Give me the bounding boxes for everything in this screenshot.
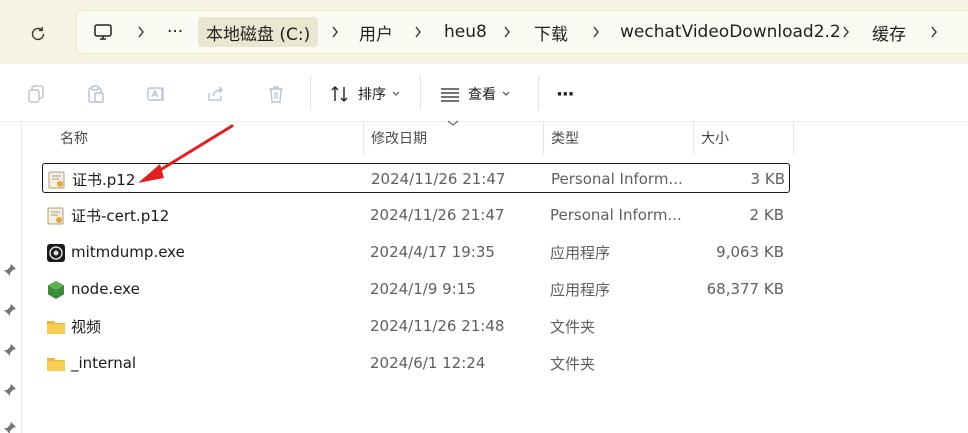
chevron-right-icon[interactable] (409, 11, 427, 53)
column-divider[interactable] (363, 122, 364, 154)
file-modified: 2024/11/26 21:47 (370, 206, 505, 224)
file-name: _internal (71, 354, 137, 372)
file-size (692, 348, 784, 378)
chevron-right-icon[interactable] (498, 11, 516, 53)
file-type: 文件夹 (550, 354, 596, 373)
view-button[interactable]: 查看 (440, 80, 510, 108)
breadcrumb-item-cache[interactable]: 缓存 (872, 11, 906, 53)
file-name: mitmdump.exe (71, 243, 185, 261)
sort-icon (331, 86, 348, 102)
file-name: 证书.p12 (72, 170, 136, 189)
copy-icon (28, 85, 44, 103)
command-toolbar: 排序 查看 ··· (0, 64, 968, 122)
paste-icon (88, 85, 104, 103)
chevron-right-icon[interactable] (837, 11, 855, 53)
view-label: 查看 (468, 87, 496, 103)
file-row[interactable]: 视频 2024/11/26 21:48 文件夹 (42, 311, 790, 341)
folder-icon (47, 358, 65, 371)
breadcrumb-item-users[interactable]: 用户 (359, 11, 393, 53)
file-row[interactable]: _internal 2024/6/1 12:24 文件夹 (42, 348, 790, 378)
column-header-name[interactable]: 名称 (60, 122, 88, 154)
more-options-button[interactable]: ··· (556, 80, 574, 108)
breadcrumb-item-drive[interactable]: 本地磁盘 (C:) (198, 17, 319, 47)
chevron-right-icon[interactable] (925, 11, 943, 53)
rename-button[interactable] (144, 82, 168, 106)
refresh-icon (31, 27, 45, 41)
file-type: Personal Inform... (550, 206, 682, 224)
file-row[interactable]: 证书-cert.p12 2024/11/26 21:47 Personal In… (42, 200, 790, 230)
file-row[interactable]: node.exe 2024/1/9 9:15 应用程序 68,377 KB (42, 274, 790, 304)
toolbar-divider (310, 76, 311, 110)
folder-icon (47, 321, 65, 334)
column-divider[interactable] (543, 122, 544, 154)
annotation-arrow (138, 124, 234, 183)
sort-caret-icon (447, 120, 459, 126)
file-modified: 2024/11/26 21:48 (370, 317, 505, 335)
file-type: 应用程序 (550, 243, 611, 262)
toolbar-divider (538, 76, 539, 110)
file-row[interactable]: mitmdump.exe 2024/4/17 19:35 应用程序 9,063 … (42, 237, 790, 267)
file-size: 2 KB (749, 206, 784, 224)
share-icon (208, 86, 223, 101)
pin-icon[interactable] (2, 382, 18, 398)
breadcrumb-item-user[interactable]: heu8 (444, 11, 487, 53)
share-button[interactable] (204, 82, 228, 106)
copy-button[interactable] (24, 82, 48, 106)
node-app-icon (48, 281, 64, 299)
column-header-modified[interactable]: 修改日期 (371, 122, 427, 154)
sort-label: 排序 (358, 87, 386, 103)
file-modified: 2024/4/17 19:35 (370, 243, 495, 261)
navigation-pane (0, 122, 22, 433)
chevron-right-icon[interactable] (326, 11, 344, 53)
file-name: 证书-cert.p12 (71, 206, 170, 225)
toolbar-divider (420, 76, 421, 110)
pin-icon[interactable] (2, 420, 18, 433)
paste-button[interactable] (84, 82, 108, 106)
chevron-right-icon[interactable] (132, 11, 150, 53)
file-type: 文件夹 (550, 317, 596, 336)
file-size: 3 KB (750, 170, 785, 188)
file-type: Personal Inform... (551, 170, 683, 188)
column-header-type[interactable]: 类型 (551, 122, 579, 154)
trash-icon (269, 86, 283, 103)
breadcrumb[interactable]: ··· 本地磁盘 (C:) 用户 heu8 下载 wechatVideoDown… (76, 10, 968, 54)
pin-icon[interactable] (2, 342, 18, 358)
rename-icon (147, 87, 164, 101)
file-name: node.exe (71, 280, 140, 298)
certificate-icon (48, 171, 65, 189)
file-size (692, 311, 784, 341)
mitmdump-app-icon (47, 244, 65, 262)
breadcrumb-item-downloads[interactable]: 下载 (534, 11, 568, 53)
chevron-down-icon (392, 91, 400, 96)
chevron-right-icon[interactable] (587, 11, 605, 53)
breadcrumb-more[interactable]: ··· (167, 11, 183, 53)
sort-button[interactable]: 排序 (330, 80, 400, 108)
file-modified: 2024/11/26 21:47 (371, 170, 506, 188)
file-name: 视频 (71, 317, 102, 336)
file-type: 应用程序 (550, 280, 611, 299)
delete-button[interactable] (264, 82, 288, 106)
certificate-icon (47, 207, 64, 225)
file-size: 68,377 KB (706, 280, 784, 298)
column-divider[interactable] (693, 122, 694, 154)
pin-icon[interactable] (2, 262, 18, 278)
view-icon (441, 88, 459, 102)
file-modified: 2024/6/1 12:24 (370, 354, 486, 372)
chevron-down-icon (502, 91, 510, 96)
column-divider[interactable] (793, 122, 794, 154)
column-header-size[interactable]: 大小 (701, 122, 729, 154)
breadcrumb-item-app-folder[interactable]: wechatVideoDownload2.2 (620, 11, 841, 53)
file-size: 9,063 KB (716, 243, 784, 261)
computer-icon[interactable] (93, 22, 113, 42)
pin-icon[interactable] (2, 302, 18, 318)
file-modified: 2024/1/9 9:15 (370, 280, 476, 298)
address-bar-region: ··· 本地磁盘 (C:) 用户 heu8 下载 wechatVideoDown… (0, 0, 968, 64)
refresh-button[interactable] (26, 22, 50, 46)
